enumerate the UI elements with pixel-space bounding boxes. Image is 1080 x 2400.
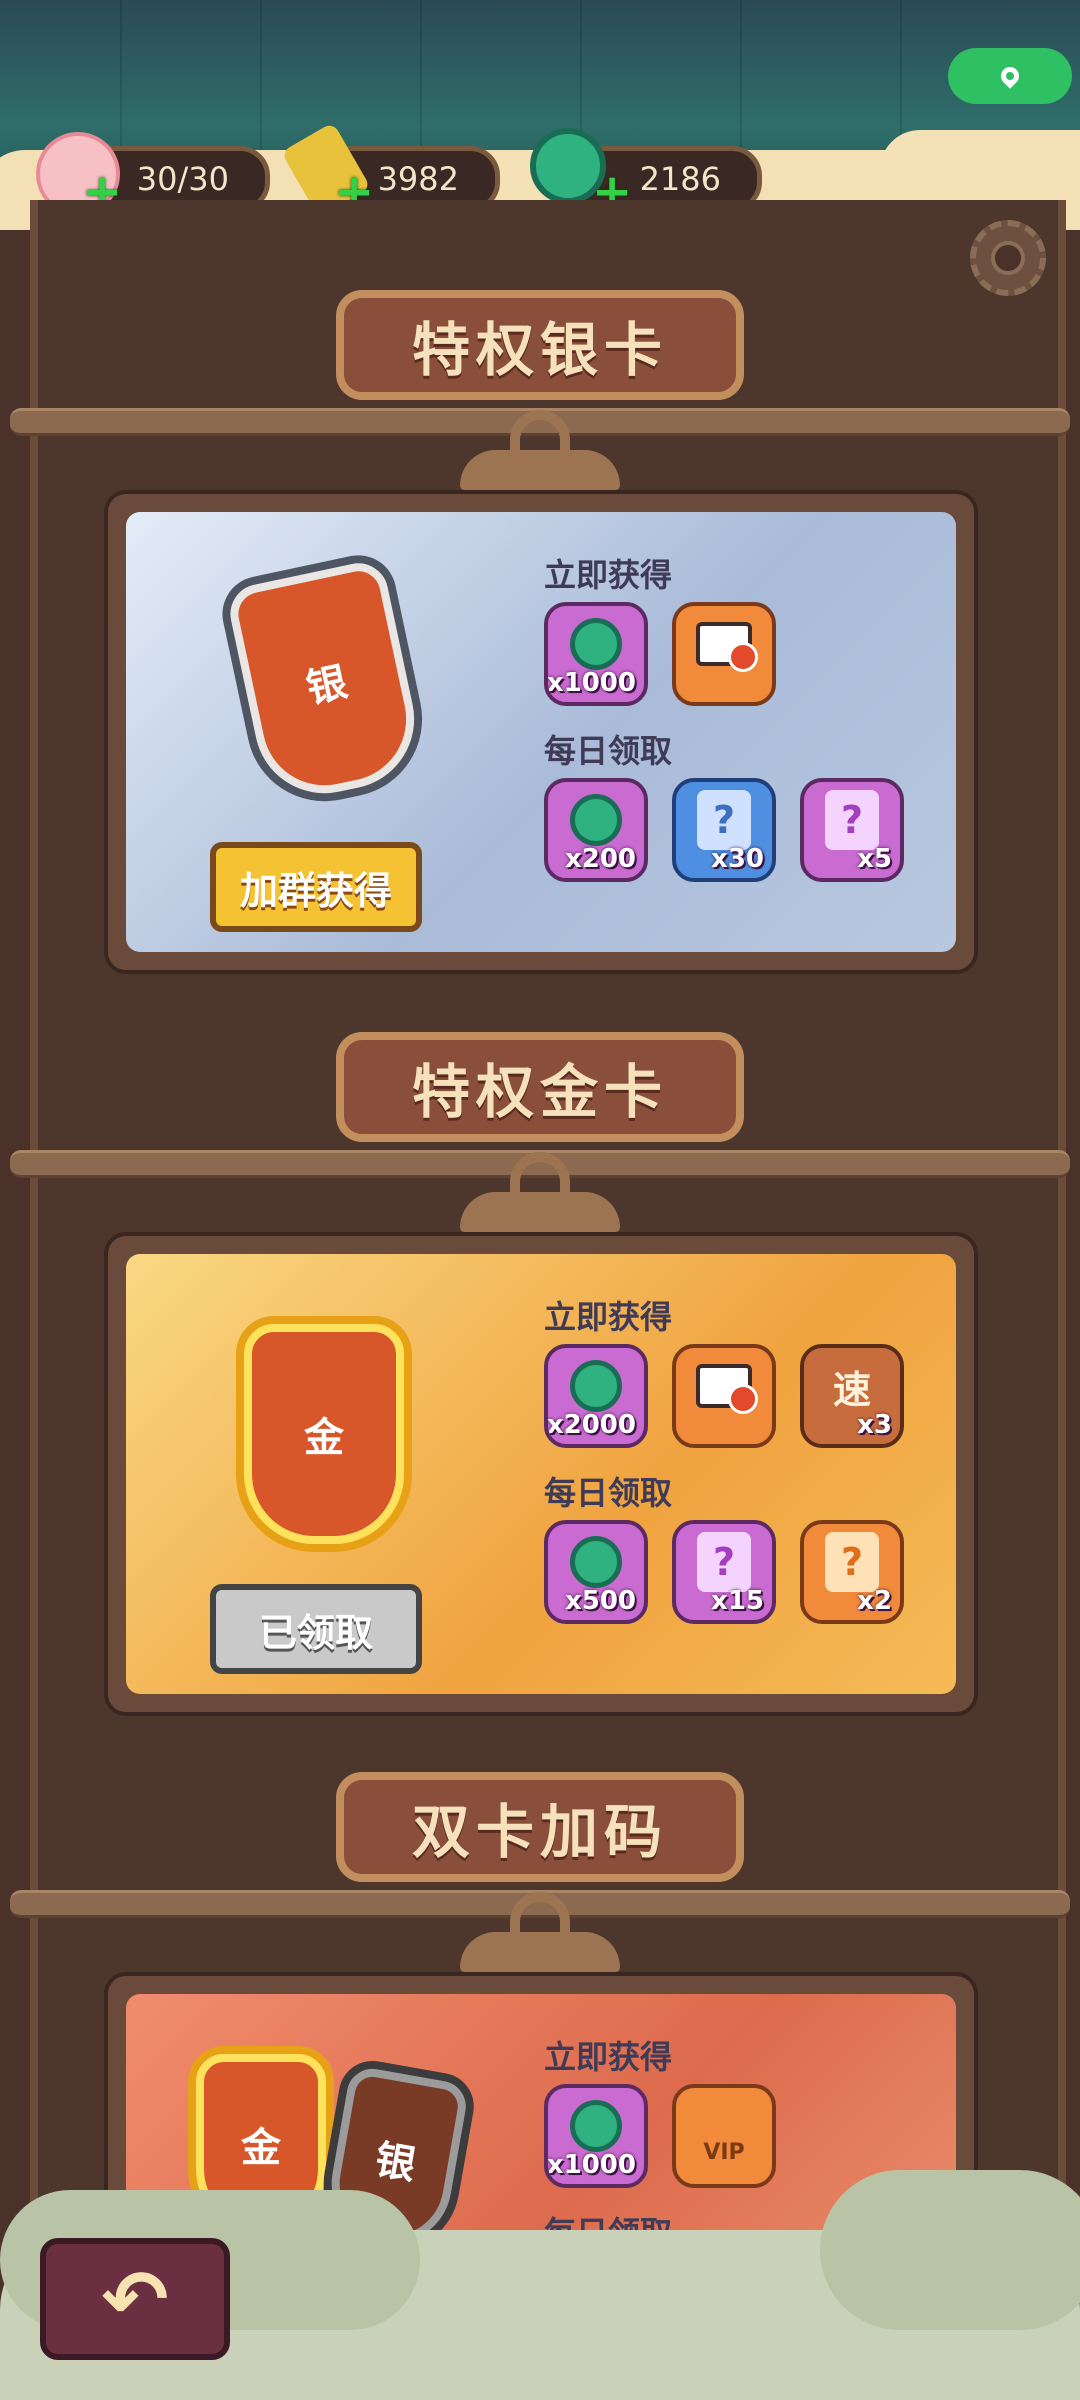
item-qty: x3 (857, 1410, 892, 1440)
item-qty: x5 (857, 844, 892, 874)
immediate-label: 立即获得 (544, 2038, 673, 2076)
item-purple-puzzle[interactable]: ? x15 (672, 1520, 776, 1624)
back-arrow-icon: ↶ (101, 2252, 169, 2346)
item-qty: x200 (564, 844, 636, 874)
section-title-double: 双卡加码 (336, 1772, 744, 1882)
gold-badge-char: 金 (241, 2124, 281, 2171)
join-group-button[interactable]: 加群获得 (210, 842, 422, 932)
item-jade-500[interactable]: x500 (544, 1520, 648, 1624)
resource-sword-value: 3982 (377, 160, 459, 198)
silver-badge-char: 银 (302, 658, 352, 713)
item-jade-2000[interactable]: x2000 (544, 1344, 648, 1448)
jade-icon (570, 794, 622, 847)
item-jade-1000[interactable]: x1000 (544, 2084, 648, 2188)
jade-icon (570, 2100, 622, 2153)
item-qty: x1000 (546, 2150, 636, 2180)
item-blue-puzzle[interactable]: ? x30 (672, 778, 776, 882)
item-jade-200[interactable]: x200 (544, 778, 648, 882)
daily-label: 每日领取 (544, 732, 673, 770)
immediate-label: 立即获得 (544, 1298, 673, 1336)
purple-puzzle-icon: ? (697, 1532, 751, 1593)
daily-label: 每日领取 (544, 1474, 673, 1512)
item-orange-puzzle[interactable]: ? x2 (800, 1520, 904, 1624)
orange-puzzle-icon: ? (825, 1532, 879, 1593)
ad-free-tv-icon (696, 1364, 758, 1415)
item-purple-puzzle[interactable]: ? x5 (800, 778, 904, 882)
blue-puzzle-icon: ? (697, 790, 751, 851)
gold-badge-char: 金 (304, 1414, 344, 1461)
claimed-button: 已领取 (210, 1584, 422, 1674)
jade-icon (570, 1360, 622, 1413)
item-qty: x500 (564, 1586, 636, 1616)
resource-peach-value: 30/30 (136, 160, 229, 198)
gold-card: 金 已领取 立即获得 x2000 速 x3 每日领取 x500 ? x15 ? … (104, 1232, 978, 1716)
gold-card-background: 金 已领取 立即获得 x2000 速 x3 每日领取 x500 ? x15 ? … (126, 1254, 956, 1694)
gold-badge: 金 (244, 1324, 404, 1544)
location-pin-icon (997, 63, 1023, 89)
join-group-button-label: 加群获得 (239, 868, 392, 913)
item-speed[interactable]: 速 x3 (800, 1344, 904, 1448)
back-button[interactable]: ↶ (40, 2238, 230, 2360)
item-qty: x1000 (546, 668, 636, 698)
item-ad-free[interactable] (672, 1344, 776, 1448)
claimed-button-label: 已领取 (258, 1610, 373, 1655)
silver-badge-char: 银 (371, 2135, 420, 2190)
hanger (460, 1932, 620, 1972)
immediate-label: 立即获得 (544, 556, 673, 594)
item-ad-free[interactable] (672, 602, 776, 706)
vip-frame-icon: VIP (703, 2139, 745, 2165)
item-jade-1000[interactable]: x1000 (544, 602, 648, 706)
gear-icon[interactable] (970, 220, 1046, 296)
hanger (460, 1192, 620, 1232)
item-qty: x15 (711, 1586, 764, 1616)
silver-card: 银 加群获得 立即获得 x1000 每日领取 x200 ? x30 ? x5 (104, 490, 978, 974)
silver-card-background: 银 加群获得 立即获得 x1000 每日领取 x200 ? x30 ? x5 (126, 512, 956, 952)
hanger (460, 450, 620, 490)
item-qty: x2 (857, 1586, 892, 1616)
resource-jade-value: 2186 (639, 160, 721, 198)
section-title-silver: 特权银卡 (336, 290, 744, 400)
jade-icon (570, 618, 622, 671)
section-title-gold: 特权金卡 (336, 1032, 744, 1142)
purple-puzzle-icon: ? (825, 790, 879, 851)
location-button[interactable] (948, 48, 1072, 104)
item-vip-frame[interactable]: VIP (672, 2084, 776, 2188)
silver-badge: 银 (224, 557, 428, 807)
item-qty: x2000 (546, 1410, 636, 1440)
item-qty: x30 (711, 844, 764, 874)
jade-icon (570, 1536, 622, 1589)
ad-free-tv-icon (696, 622, 758, 673)
